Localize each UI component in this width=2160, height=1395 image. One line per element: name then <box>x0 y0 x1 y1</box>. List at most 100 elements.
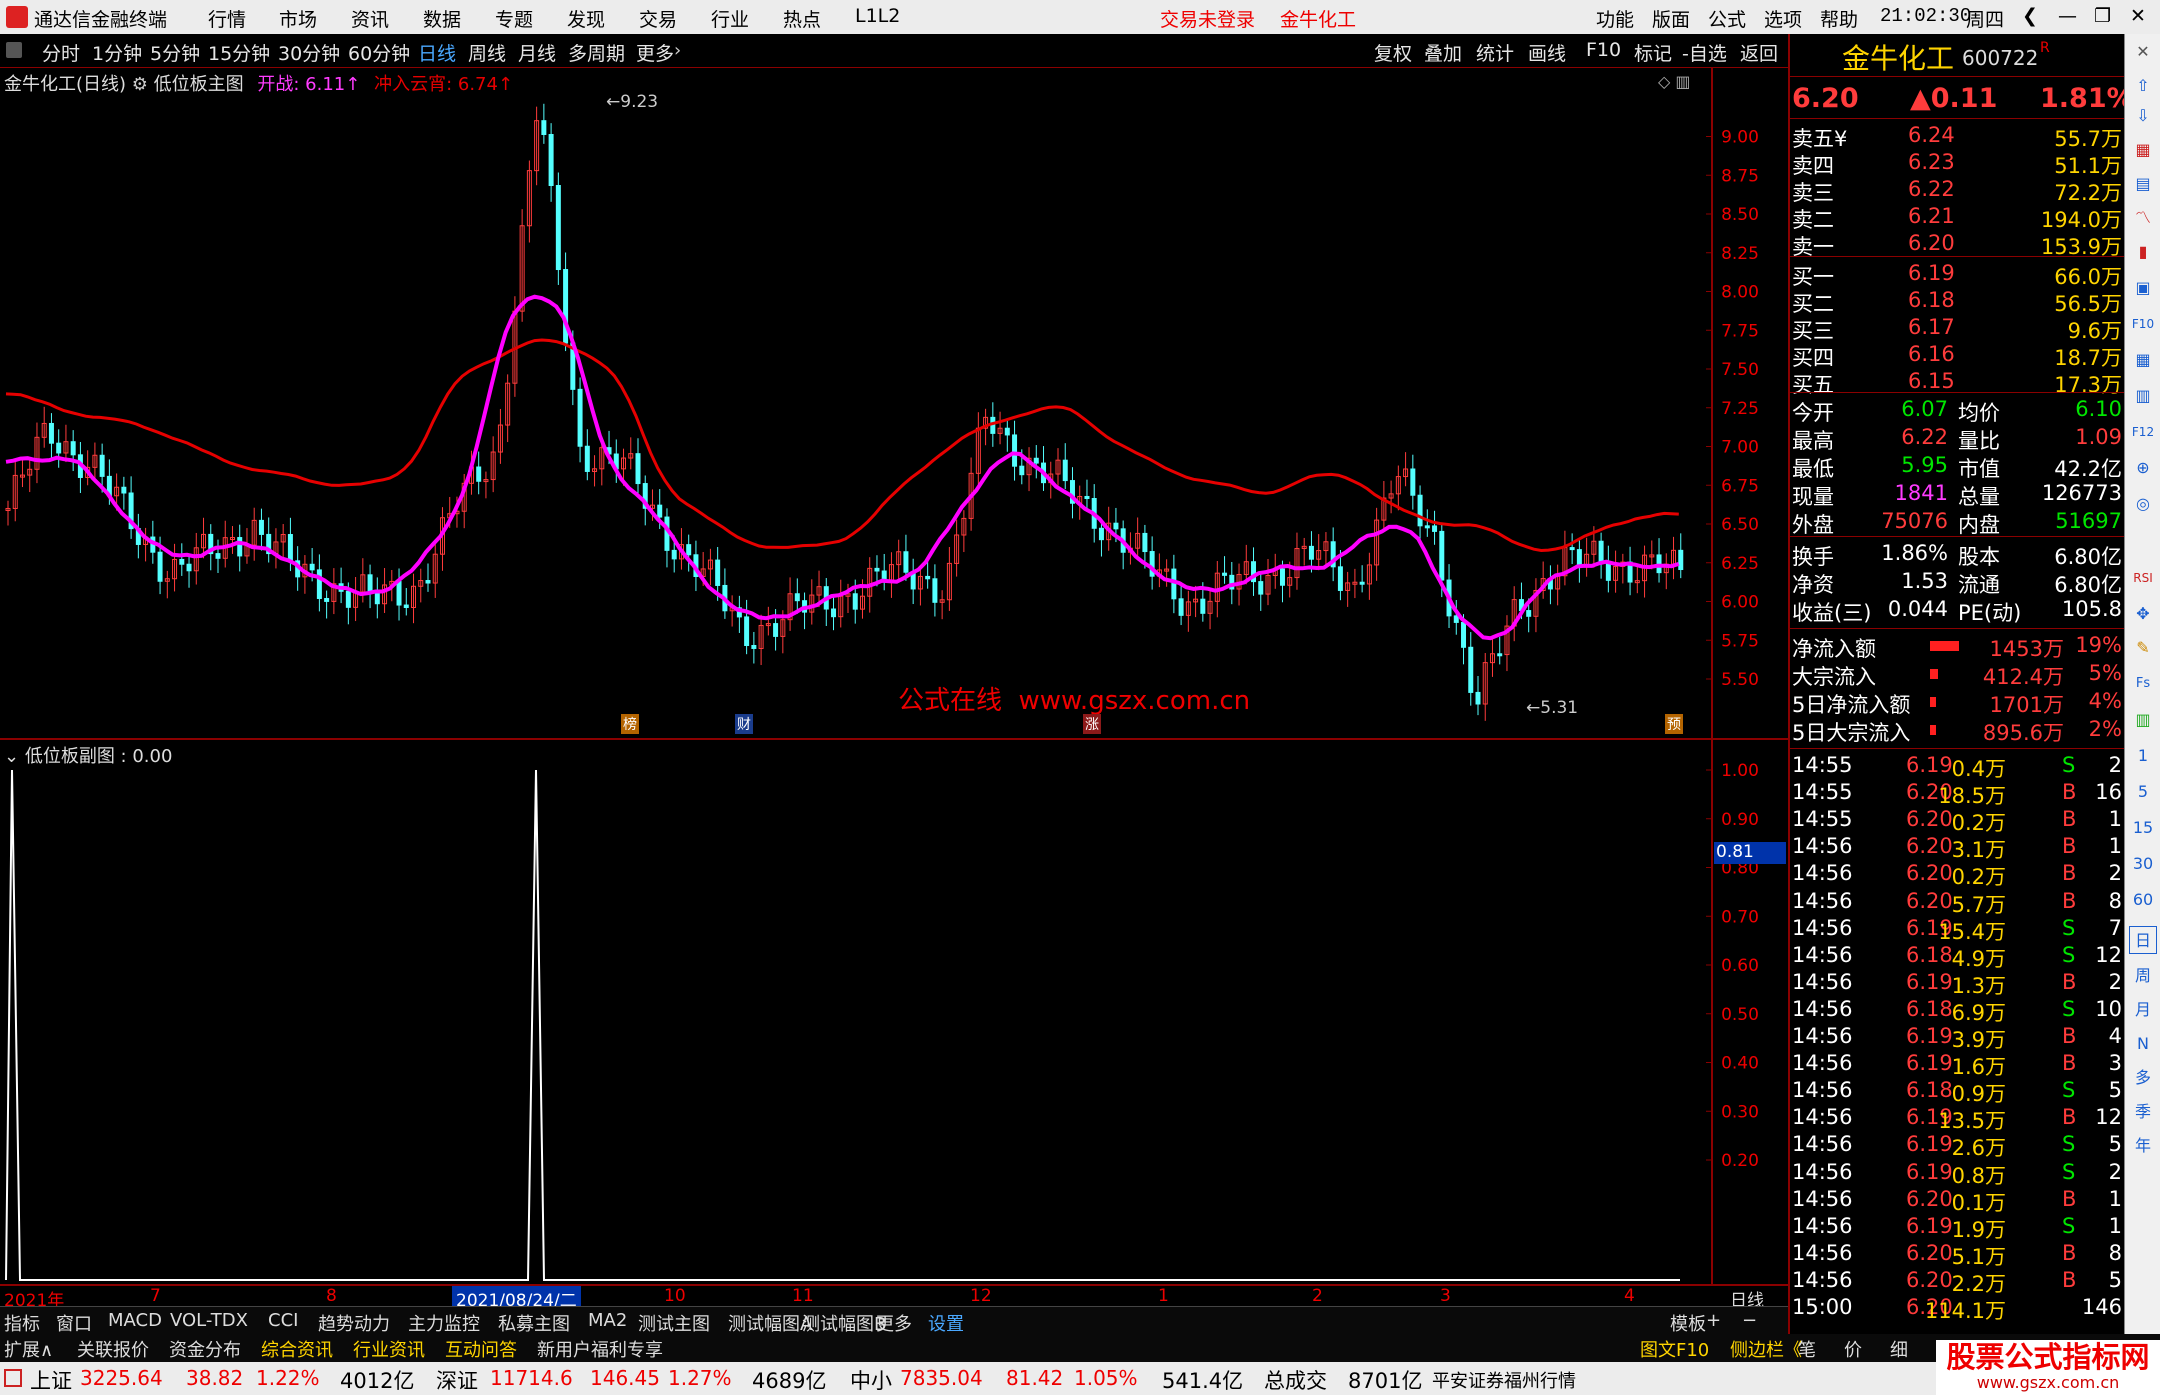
rsi-icon[interactable]: RSI <box>2129 564 2157 592</box>
tool-fuquan[interactable]: 复权 <box>1370 37 1416 68</box>
tab-monthly[interactable]: 月线 <box>514 37 560 68</box>
tool-tongji[interactable]: 统计 <box>1472 37 1518 68</box>
menu-redian[interactable]: 热点 <box>783 5 821 32</box>
indicator-tab[interactable]: 私募主图 <box>498 1310 570 1336</box>
menu-banmian[interactable]: 版面 <box>1652 5 1690 32</box>
period-day[interactable]: 日 <box>2129 926 2157 954</box>
event-mark-cai[interactable]: 财 <box>735 714 753 734</box>
period-15[interactable]: 15 <box>2129 814 2157 842</box>
menu-gongshi[interactable]: 公式 <box>1708 5 1746 32</box>
news-icon[interactable]: ▥ <box>2129 382 2157 410</box>
indicator-tab[interactable]: 主力监控 <box>408 1310 480 1336</box>
period-60[interactable]: 60 <box>2129 886 2157 914</box>
tab-5min[interactable]: 5分钟 <box>146 37 204 68</box>
menu-zixun[interactable]: 资讯 <box>351 5 389 32</box>
indicator-tab[interactable]: VOL-TDX <box>170 1310 248 1331</box>
menu-xuanxiang[interactable]: 选项 <box>1764 5 1802 32</box>
chart-icon[interactable]: ▥ <box>2129 706 2157 734</box>
arrow-up-icon[interactable]: ⇧ <box>2129 72 2157 100</box>
indicator-tab[interactable]: 设置 <box>928 1310 964 1336</box>
period-1[interactable]: 1 <box>2129 742 2157 770</box>
chevron-down-icon[interactable]: ⌄ <box>4 746 19 767</box>
sub-indicator-name[interactable]: 低位板副图 : 0.00 <box>25 746 173 767</box>
tab-weekly[interactable]: 周线 <box>464 37 510 68</box>
indicator-tab[interactable]: 窗口 <box>56 1310 92 1336</box>
tool-f10[interactable]: F10 <box>1582 37 1625 63</box>
side-tab[interactable]: 笔 <box>1798 1336 1816 1362</box>
kline-icon[interactable]: ▮ <box>2129 238 2157 266</box>
tab-15min[interactable]: 15分钟 <box>204 37 274 68</box>
side-tab[interactable]: 图文F10 <box>1640 1336 1709 1362</box>
tool-fanhui[interactable]: 返回 <box>1736 37 1782 68</box>
list-icon[interactable]: ▦ <box>2129 136 2157 164</box>
tab-daily[interactable]: 日线 <box>414 37 460 68</box>
tool-diejia[interactable]: 叠加 <box>1420 37 1466 68</box>
tab-1min[interactable]: 1分钟 <box>88 37 146 68</box>
sub-chart-pane[interactable]: 1.00 0.90 0.80 0.70 0.60 0.50 0.40 0.30 0.20 ⌄ 低… <box>0 738 1788 1286</box>
indicator-tab[interactable]: 趋势动力 <box>318 1310 390 1336</box>
side-tab[interactable]: 细 <box>1890 1336 1908 1362</box>
close-panel-icon[interactable]: ✕ <box>2129 38 2157 66</box>
pen-icon[interactable]: ✎ <box>2129 634 2157 662</box>
login-status[interactable]: 交易未登录 <box>1160 5 1255 32</box>
f12-icon[interactable]: F12 <box>2129 418 2157 446</box>
period-week[interactable]: 周 <box>2129 962 2157 990</box>
grid-icon[interactable]: ▦ <box>2129 346 2157 374</box>
tab-30min[interactable]: 30分钟 <box>274 37 344 68</box>
menu-jiaoyi[interactable]: 交易 <box>639 5 677 32</box>
template-tab[interactable]: + <box>1706 1310 1721 1331</box>
indicator-tab[interactable]: 测试主图 <box>638 1310 710 1336</box>
side-tab[interactable]: 价 <box>1844 1336 1862 1362</box>
indicator-tab[interactable]: 测试幅图A <box>728 1310 812 1336</box>
f10-icon[interactable]: F10 <box>2129 310 2157 338</box>
sub-indicator-chart[interactable]: 1.000.900.800.700.600.500.400.300.20 <box>0 740 1788 1286</box>
indicator-tab[interactable]: 更多 <box>876 1310 912 1336</box>
arrow-down-icon[interactable]: ⇩ <box>2129 102 2157 130</box>
menu-bangzhu[interactable]: 帮助 <box>1820 5 1858 32</box>
expand-icon[interactable]: ◇ ▥ <box>1658 72 1691 91</box>
back-icon[interactable]: ❮ <box>2022 5 2038 27</box>
tool-huaxian[interactable]: 画线 <box>1524 37 1570 68</box>
event-mark-zhang[interactable]: 涨 <box>1083 714 1101 734</box>
fs-icon[interactable]: Fs <box>2129 670 2157 698</box>
sh-label[interactable]: 上证 <box>30 1365 72 1395</box>
settings-icon[interactable]: ⚙ <box>132 74 154 95</box>
period-month[interactable]: 月 <box>2129 996 2157 1024</box>
tab-fenshi[interactable]: 分时 <box>38 37 84 68</box>
tab-multi[interactable]: 多周期 <box>564 37 629 68</box>
menu-shichang[interactable]: 市场 <box>279 5 317 32</box>
extension-tab[interactable]: 新用户福利专享 <box>537 1336 663 1362</box>
menu-hangqing[interactable]: 行情 <box>208 5 246 32</box>
minimize-icon[interactable]: — <box>2058 5 2077 27</box>
period-5[interactable]: 5 <box>2129 778 2157 806</box>
period-30[interactable]: 30 <box>2129 850 2157 878</box>
main-indicator-name[interactable]: 低位板主图 <box>154 74 244 95</box>
template-tab[interactable]: 模板 <box>1670 1310 1706 1336</box>
event-mark-bang[interactable]: 榜 <box>621 714 639 734</box>
menu-l1l2[interactable]: L1L2 <box>855 5 900 27</box>
menu-gongneng[interactable]: 功能 <box>1596 5 1634 32</box>
ring-icon[interactable]: ◎ <box>2129 490 2157 518</box>
zx-label[interactable]: 中小 <box>850 1365 892 1395</box>
tab-60min[interactable]: 60分钟 <box>344 37 414 68</box>
template-tab[interactable]: − <box>1742 1310 1757 1331</box>
doc-icon[interactable]: ▣ <box>2129 274 2157 302</box>
period-multi[interactable]: 多 <box>2129 1064 2157 1092</box>
menu-faxian[interactable]: 发现 <box>567 5 605 32</box>
extension-tab[interactable]: 行业资讯 <box>353 1336 425 1362</box>
period-year[interactable]: 年 <box>2129 1132 2157 1160</box>
menu-shuju[interactable]: 数据 <box>423 5 461 32</box>
indicator-tab[interactable]: MA2 <box>588 1310 627 1331</box>
main-chart-pane[interactable]: 9.00 8.75 8.50 8.25 8.00 7.75 7.50 7.25 7.00 6.75… <box>0 68 1788 738</box>
extension-tab[interactable]: 综合资讯 <box>261 1336 333 1362</box>
tab-more[interactable]: 更多 <box>632 37 678 68</box>
period-season[interactable]: 季 <box>2129 1098 2157 1126</box>
collapse-icon[interactable] <box>6 42 22 58</box>
period-n[interactable]: N <box>2129 1030 2157 1058</box>
tool-zixuan[interactable]: -自选 <box>1678 37 1731 68</box>
quote-stock-name[interactable]: 金牛化工 <box>1842 37 1954 77</box>
side-tab[interactable]: 侧边栏《 <box>1730 1336 1802 1362</box>
extension-tab[interactable]: 资金分布 <box>169 1336 241 1362</box>
indicator-tab[interactable]: 测试幅图B <box>802 1310 886 1336</box>
extension-tab[interactable]: 互动问答 <box>445 1336 517 1362</box>
